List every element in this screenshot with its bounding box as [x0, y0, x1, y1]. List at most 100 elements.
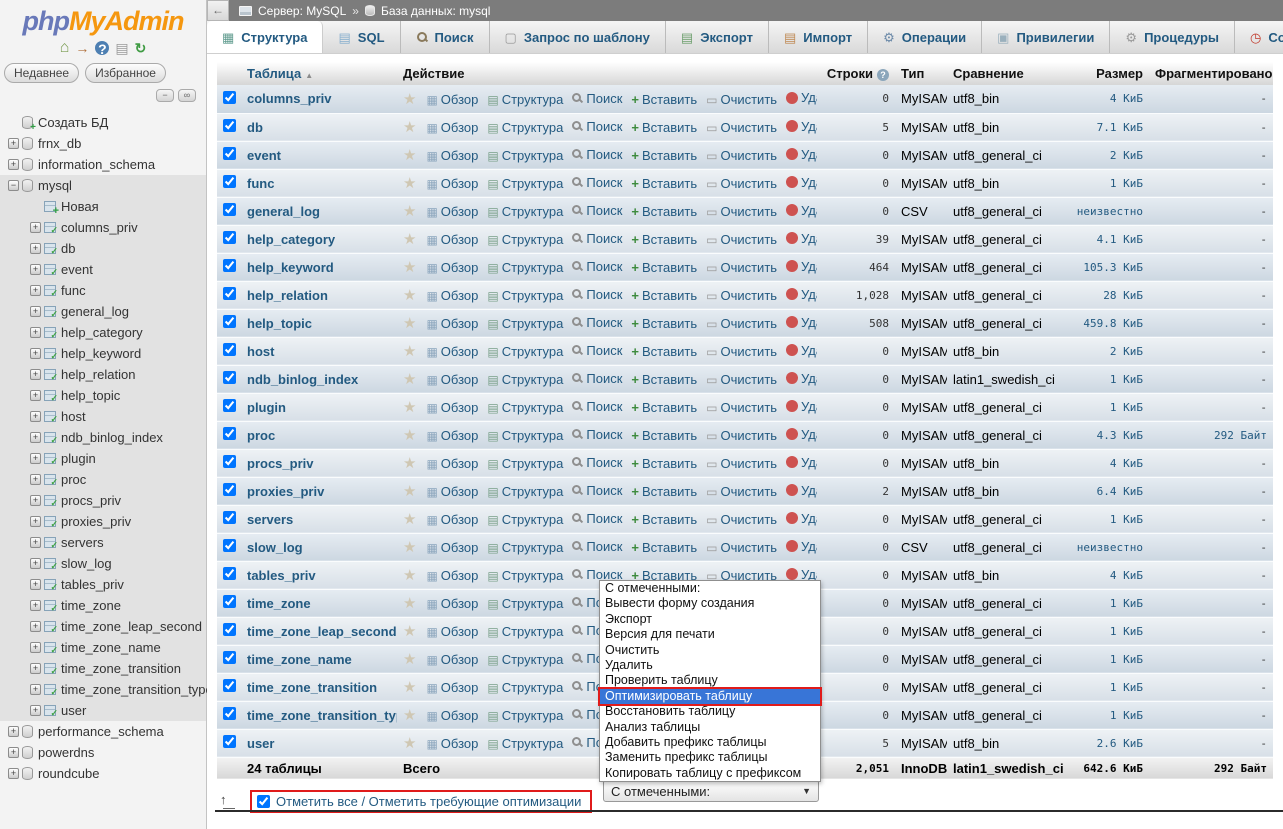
drop-link[interactable]: Удалить [786, 287, 817, 302]
table-name-link[interactable]: time_zone [247, 596, 311, 611]
structure-link[interactable]: Структура [487, 344, 563, 359]
sidebar-item-general_log[interactable]: +general_log [0, 301, 206, 322]
favorite-star-icon[interactable]: ★ [403, 231, 416, 248]
docs-icon[interactable]: ▤ [115, 40, 128, 56]
sidebar-item-help_category[interactable]: +help_category [0, 322, 206, 343]
menu-item[interactable]: Заменить префикс таблицы [600, 750, 820, 765]
table-name-link[interactable]: proc [247, 428, 275, 443]
insert-link[interactable]: Вставить [631, 204, 697, 219]
tab-import[interactable]: Импорт [769, 21, 868, 53]
table-name-link[interactable]: help_keyword [247, 260, 334, 275]
browse-link[interactable]: Обзор [426, 288, 478, 303]
browse-link[interactable]: Обзор [426, 596, 478, 611]
browse-link[interactable]: Обзор [426, 456, 478, 471]
structure-link[interactable]: Структура [487, 568, 563, 583]
mark-all-label[interactable]: Отметить все / Отметить требующие оптими… [276, 794, 581, 809]
table-name-link[interactable]: proxies_priv [247, 484, 324, 499]
empty-link[interactable]: Очистить [706, 540, 777, 555]
search-link[interactable]: Поиск [572, 287, 622, 302]
row-checkbox[interactable] [223, 707, 236, 720]
sidebar-item-servers[interactable]: +servers [0, 532, 206, 553]
search-link[interactable]: Поиск [572, 483, 622, 498]
row-checkbox[interactable] [223, 203, 236, 216]
sidebar-item-func[interactable]: +func [0, 280, 206, 301]
insert-link[interactable]: Вставить [631, 344, 697, 359]
browse-link[interactable]: Обзор [426, 148, 478, 163]
search-link[interactable]: Поиск [572, 231, 622, 246]
row-checkbox[interactable] [223, 539, 236, 552]
tab-sql[interactable]: SQL [323, 21, 400, 53]
insert-link[interactable]: Вставить [631, 456, 697, 471]
browse-link[interactable]: Обзор [426, 736, 478, 751]
search-link[interactable]: Поиск [572, 427, 622, 442]
favorite-star-icon[interactable]: ★ [403, 483, 416, 500]
row-checkbox[interactable] [223, 315, 236, 328]
sidebar-item-new-table[interactable]: +Новая [0, 196, 206, 217]
table-name-link[interactable]: slow_log [247, 540, 303, 555]
row-checkbox[interactable] [223, 343, 236, 356]
empty-link[interactable]: Очистить [706, 260, 777, 275]
sidebar-item-event[interactable]: +event [0, 259, 206, 280]
search-link[interactable]: Поиск [572, 539, 622, 554]
with-selected-select[interactable]: С отмеченными: ▼ [603, 780, 819, 802]
menu-item[interactable]: Восстановить таблицу [600, 704, 820, 719]
empty-link[interactable]: Очистить [706, 372, 777, 387]
row-checkbox[interactable] [223, 623, 236, 636]
structure-link[interactable]: Структура [487, 624, 563, 639]
drop-link[interactable]: Удалить [786, 455, 817, 470]
menu-item[interactable]: Оптимизировать таблицу [600, 689, 820, 704]
tab-privileges[interactable]: Привилегии [982, 21, 1110, 53]
expand-icon[interactable]: + [30, 474, 41, 485]
empty-link[interactable]: Очистить [706, 232, 777, 247]
structure-link[interactable]: Структура [487, 736, 563, 751]
structure-link[interactable]: Структура [487, 316, 563, 331]
tab-operations[interactable]: Операции [868, 21, 982, 53]
search-link[interactable]: Поиск [572, 119, 622, 134]
row-checkbox[interactable] [223, 567, 236, 580]
expand-icon[interactable]: + [30, 621, 41, 632]
table-name-link[interactable]: plugin [247, 400, 286, 415]
menu-item[interactable]: Очистить [600, 643, 820, 658]
favorite-star-icon[interactable]: ★ [403, 175, 416, 192]
tab-search[interactable]: Поиск [401, 21, 490, 53]
sidebar-item-columns_priv[interactable]: +columns_priv [0, 217, 206, 238]
row-checkbox[interactable] [223, 371, 236, 384]
favorite-star-icon[interactable]: ★ [403, 651, 416, 668]
expand-icon[interactable]: + [30, 453, 41, 464]
empty-link[interactable]: Очистить [706, 288, 777, 303]
browse-link[interactable]: Обзор [426, 204, 478, 219]
expand-icon[interactable]: + [30, 306, 41, 317]
tab-structure[interactable]: Структура [207, 21, 323, 53]
insert-link[interactable]: Вставить [631, 92, 697, 107]
mark-all-checkbox[interactable] [257, 795, 270, 808]
sidebar-item-proc[interactable]: +proc [0, 469, 206, 490]
row-checkbox[interactable] [223, 511, 236, 524]
menu-item[interactable]: Удалить [600, 658, 820, 673]
sidebar-item-ndb_binlog_index[interactable]: +ndb_binlog_index [0, 427, 206, 448]
drop-link[interactable]: Удалить [786, 315, 817, 330]
breadcrumb-server[interactable]: Сервер: MySQL [258, 4, 346, 18]
table-name-link[interactable]: help_topic [247, 316, 312, 331]
expand-icon[interactable]: + [30, 558, 41, 569]
sidebar-item-time_zone_transition_type[interactable]: +time_zone_transition_type [0, 679, 206, 700]
favorite-star-icon[interactable]: ★ [403, 203, 416, 220]
row-checkbox[interactable] [223, 595, 236, 608]
expand-icon[interactable]: + [30, 222, 41, 233]
sidebar-item-time_zone_leap_second[interactable]: +time_zone_leap_second [0, 616, 206, 637]
row-checkbox[interactable] [223, 259, 236, 272]
menu-item[interactable]: С отмеченными: [600, 581, 820, 596]
phpmyadmin-logo[interactable]: phpMyAdmin [0, 0, 206, 37]
row-checkbox[interactable] [223, 427, 236, 440]
structure-link[interactable]: Структура [487, 428, 563, 443]
drop-link[interactable]: Удалить [786, 399, 817, 414]
empty-link[interactable]: Очистить [706, 456, 777, 471]
favorite-star-icon[interactable]: ★ [403, 707, 416, 724]
sidebar-item-proxies_priv[interactable]: +proxies_priv [0, 511, 206, 532]
empty-link[interactable]: Очистить [706, 512, 777, 527]
insert-link[interactable]: Вставить [631, 148, 697, 163]
row-checkbox[interactable] [223, 91, 236, 104]
search-link[interactable]: Поиск [572, 175, 622, 190]
search-link[interactable]: Поиск [572, 91, 622, 106]
collapse-all-button[interactable]: − [156, 89, 174, 102]
favorite-star-icon[interactable]: ★ [403, 287, 416, 304]
